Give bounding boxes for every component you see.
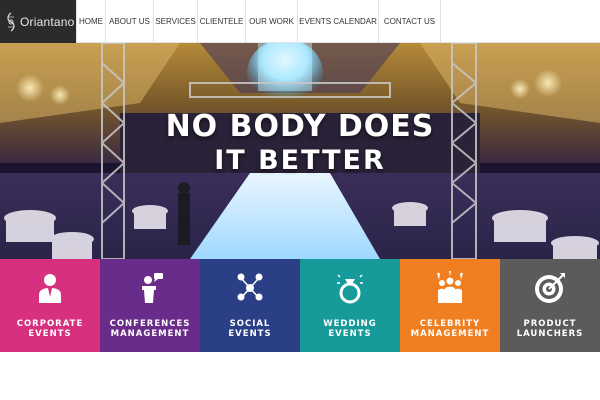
nav-contact-us[interactable]: CONTACT US — [379, 0, 441, 43]
tile-product-launchers[interactable]: PRODUCT LAUNCHERS — [500, 259, 600, 352]
tile-label: CONFERENCES MANAGEMENT — [109, 319, 191, 339]
nav-home[interactable]: HOME — [76, 0, 106, 43]
service-tiles: CORPORATEEVENTS CONFERENCESMANAGEMENT — [0, 259, 600, 352]
tile-corporate-events[interactable]: CORPORATE EVENTS — [0, 259, 100, 352]
target-arrow-icon — [535, 273, 565, 303]
site-logo[interactable]: Oriantano — [0, 0, 76, 43]
top-navigation-bar: Oriantano HOME ABOUT US SERVICES CLIENTE… — [0, 0, 600, 43]
tile-label: WEDDING EVENTS — [323, 319, 377, 339]
tile-celebrity-management[interactable]: CELEBRITY MANAGEMENT — [400, 259, 500, 352]
social-network-icon — [237, 273, 263, 301]
hero-subheadline: IT BETTER — [214, 145, 386, 176]
main-nav: HOME ABOUT US SERVICES CLIENTELE OUR WOR… — [76, 0, 441, 43]
wedding-ring-icon — [337, 274, 363, 304]
hero-banner: NO BODY DOES IT BETTER — [0, 43, 600, 259]
page: Oriantano HOME ABOUT US SERVICES CLIENTE… — [0, 0, 600, 400]
nav-events-calendar[interactable]: EVENTS CALENDAR — [298, 0, 379, 43]
tile-wedding-events[interactable]: WEDDING EVENTS — [300, 259, 400, 352]
tile-social-events[interactable]: SOCIAL EVENTS — [200, 259, 300, 352]
tile-label: SOCIAL EVENTS — [228, 319, 272, 339]
crowd-cheering-icon — [437, 271, 463, 303]
podium-speaker-icon — [142, 273, 163, 303]
hero-headline: NO BODY DOES — [165, 109, 435, 144]
businessman-icon — [39, 274, 61, 303]
logo-mark-icon — [7, 11, 15, 32]
nav-services[interactable]: SERVICES — [154, 0, 198, 43]
nav-our-work[interactable]: OUR WORK — [246, 0, 298, 43]
nav-about-us[interactable]: ABOUT US — [106, 0, 154, 43]
tile-label: CORPORATE EVENTS — [16, 319, 84, 339]
brand-name: Oriantano — [20, 14, 75, 29]
tile-conferences-management[interactable]: CONFERENCES MANAGEMENT — [100, 259, 200, 352]
nav-clientele[interactable]: CLIENTELE — [198, 0, 246, 43]
tile-label: PRODUCT LAUNCHERS — [516, 319, 584, 339]
tile-label: CELEBRITY MANAGEMENT — [410, 319, 490, 339]
